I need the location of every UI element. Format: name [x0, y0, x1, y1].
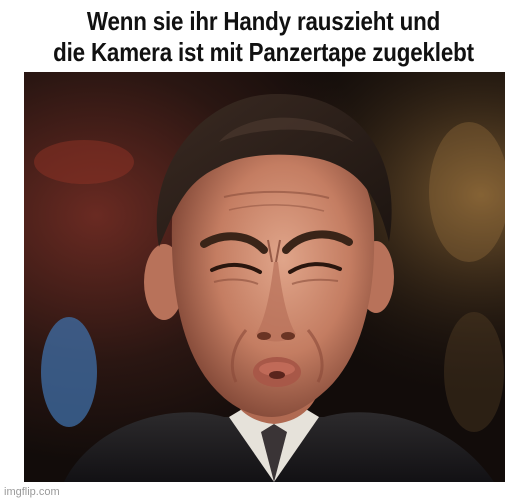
imgflip-watermark: imgflip.com [4, 486, 60, 498]
blue-light-blur [41, 317, 97, 427]
meme-canvas: Wenn sie ihr Handy rauszieht und die Kam… [0, 0, 527, 500]
man-squinting-illustration [24, 72, 505, 482]
caption-line-1: Wenn sie ihr Handy rauszieht und [86, 6, 441, 36]
caption-line-2: die Kamera ist mit Panzertape zugeklebt [53, 37, 474, 67]
meme-photo [24, 72, 505, 482]
meme-caption: Wenn sie ihr Handy rauszieht und die Kam… [42, 6, 485, 68]
